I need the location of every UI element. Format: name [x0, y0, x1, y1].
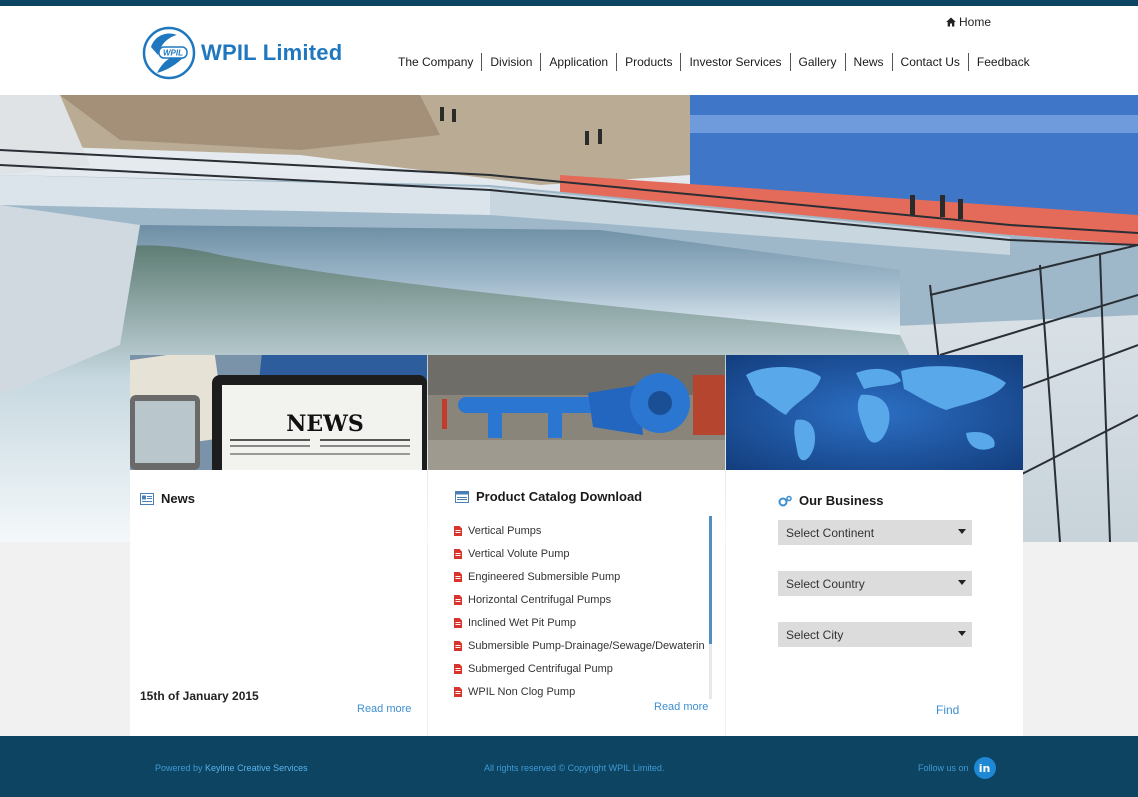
- pdf-icon: [454, 640, 462, 651]
- news-read-more-link[interactable]: Read more: [357, 703, 411, 715]
- find-button[interactable]: Find: [936, 703, 959, 717]
- country-select-label: Select Country: [786, 576, 865, 591]
- pdf-icon: [454, 548, 462, 559]
- site-footer: Powered by Keyline Creative Services All…: [0, 736, 1138, 797]
- blue-pump-image: [428, 355, 725, 470]
- nav-feedback[interactable]: Feedback: [969, 53, 1038, 71]
- catalog-item-label: Inclined Wet Pit Pump: [468, 616, 577, 629]
- news-date: 15th of January 2015: [140, 689, 259, 703]
- catalog-item-label: Vertical Volute Pump: [468, 547, 570, 560]
- nav-products[interactable]: Products: [617, 53, 682, 71]
- catalog-item[interactable]: WPIL Non Clog Pump: [454, 680, 705, 703]
- nav-the-company[interactable]: The Company: [390, 53, 483, 71]
- catalog-item-label: Submersible Pump-Drainage/Sewage/Dewater…: [468, 639, 705, 652]
- catalog-read-more-link[interactable]: Read more: [654, 701, 708, 713]
- nav-investor-services[interactable]: Investor Services: [681, 53, 791, 71]
- catalog-scrollbar-thumb[interactable]: [709, 516, 712, 644]
- chevron-down-icon: [958, 631, 966, 636]
- copyright-text: All rights reserved © Copyright WPIL Lim…: [484, 763, 665, 773]
- catalog-item-label: Vertical Pumps: [468, 524, 542, 537]
- brand-name: WPIL Limited: [201, 40, 343, 65]
- business-panel: Our Business Select Continent Select Cou…: [726, 355, 1023, 736]
- catalog-thumbnail: [428, 355, 725, 470]
- news-panel: NEWS News 15th of January 2015 Read more: [130, 355, 427, 736]
- catalog-item-label: WPIL Non Clog Pump: [468, 685, 576, 698]
- powered-by-link[interactable]: Keyline Creative Services: [205, 763, 308, 773]
- catalog-item[interactable]: Vertical Volute Pump: [454, 542, 705, 565]
- book-icon: [455, 490, 469, 503]
- continent-select-label: Select Continent: [786, 525, 875, 540]
- catalog-list: Vertical Pumps Vertical Volute Pump Engi…: [454, 519, 705, 703]
- home-link[interactable]: Home: [946, 15, 991, 29]
- city-select[interactable]: Select City: [778, 622, 972, 647]
- site-logo[interactable]: WPIL WPIL Limited: [141, 23, 351, 83]
- news-thumb-text: NEWS: [286, 411, 363, 437]
- main-navigation: The Company Division Application Product…: [390, 51, 1038, 73]
- nav-application[interactable]: Application: [541, 53, 618, 71]
- news-heading: News: [140, 491, 195, 506]
- pdf-icon: [454, 663, 462, 674]
- pdf-icon: [454, 686, 462, 697]
- pdf-icon: [454, 594, 462, 605]
- newspaper-tablet-image: NEWS: [130, 355, 427, 470]
- catalog-panel: Product Catalog Download Vertical Pumps …: [428, 355, 725, 736]
- nav-gallery[interactable]: Gallery: [791, 53, 846, 71]
- wpil-emblem-icon: WPIL: [142, 26, 196, 80]
- linkedin-icon[interactable]: in: [973, 757, 996, 779]
- catalog-item[interactable]: Horizontal Centrifugal Pumps: [454, 588, 705, 611]
- site-header: WPIL WPIL Limited Home The Company Divis…: [0, 6, 1138, 95]
- follow-us: Follow us on in: [918, 757, 996, 779]
- country-select[interactable]: Select Country: [778, 571, 972, 596]
- home-label: Home: [959, 15, 992, 29]
- follow-label: Follow us on: [918, 763, 969, 773]
- continent-select[interactable]: Select Continent: [778, 520, 972, 545]
- world-map-image: [726, 355, 1023, 470]
- catalog-item[interactable]: Submerged Centrifugal Pump: [454, 657, 705, 680]
- gears-icon: [778, 495, 792, 506]
- catalog-item[interactable]: Vertical Pumps: [454, 519, 705, 542]
- city-select-label: Select City: [786, 627, 844, 642]
- catalog-item[interactable]: Engineered Submersible Pump: [454, 565, 705, 588]
- news-thumbnail: NEWS: [130, 355, 427, 470]
- nav-news[interactable]: News: [846, 53, 893, 71]
- home-icon: [946, 17, 956, 27]
- business-heading: Our Business: [778, 493, 884, 508]
- powered-by: Powered by Keyline Creative Services: [155, 763, 308, 773]
- business-thumbnail: [726, 355, 1023, 470]
- catalog-item-label: Engineered Submersible Pump: [468, 570, 621, 583]
- catalog-item[interactable]: Inclined Wet Pit Pump: [454, 611, 705, 634]
- emblem-text: WPIL: [163, 49, 183, 58]
- pdf-icon: [454, 571, 462, 582]
- nav-contact-us[interactable]: Contact Us: [893, 53, 969, 71]
- catalog-title: Product Catalog Download: [476, 489, 643, 504]
- newspaper-icon: [140, 492, 154, 505]
- business-title: Our Business: [799, 493, 884, 508]
- catalog-item-label: Horizontal Centrifugal Pumps: [468, 593, 612, 606]
- catalog-heading: Product Catalog Download: [455, 489, 642, 504]
- powered-prefix: Powered by: [155, 763, 203, 773]
- pdf-icon: [454, 617, 462, 628]
- catalog-item[interactable]: Submersible Pump-Drainage/Sewage/Dewater…: [454, 634, 705, 657]
- chevron-down-icon: [958, 529, 966, 534]
- catalog-item-label: Submerged Centrifugal Pump: [468, 662, 613, 675]
- nav-division[interactable]: Division: [482, 53, 542, 71]
- pdf-icon: [454, 525, 462, 536]
- news-title: News: [161, 491, 195, 506]
- chevron-down-icon: [958, 580, 966, 585]
